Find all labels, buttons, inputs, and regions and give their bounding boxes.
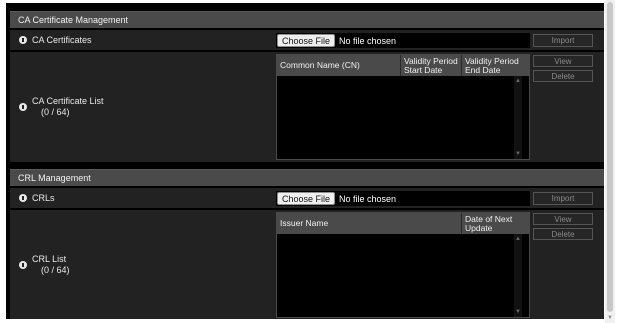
crl-list-label: CRL List (0 / 64): [32, 254, 70, 276]
crl-view-button[interactable]: View: [533, 213, 593, 225]
crl-delete-button[interactable]: Delete: [533, 228, 593, 240]
ca-table-scrollbar[interactable]: ▲ ▼: [514, 76, 522, 159]
page-scrollbar-thumb[interactable]: [607, 2, 613, 312]
crl-file-input[interactable]: Choose File No file chosen: [276, 191, 530, 206]
info-icon: [19, 36, 27, 44]
ca-choose-file-button[interactable]: Choose File: [277, 34, 336, 47]
crl-choose-file-button[interactable]: Choose File: [277, 192, 336, 205]
ca-table-header: Common Name (CN) Validity Period Start D…: [277, 55, 529, 76]
ca-file-input[interactable]: Choose File No file chosen: [276, 33, 530, 48]
crl-management-title: CRL Management: [18, 173, 91, 183]
crls-label-cell: CRLs: [10, 188, 272, 208]
crl-table: Issuer Name Date of Next Update ▲ ▼: [276, 212, 530, 318]
crl-list-count: (0 / 64): [41, 264, 70, 275]
column-issuer-name[interactable]: Issuer Name: [277, 213, 462, 234]
ca-import-button[interactable]: Import: [533, 34, 593, 47]
info-icon: [19, 260, 27, 269]
ca-certificate-table: Common Name (CN) Validity Period Start D…: [276, 54, 530, 160]
chevron-down-icon[interactable]: ▼: [605, 314, 615, 322]
crl-table-header: Issuer Name Date of Next Update: [277, 213, 529, 234]
chevron-down-icon[interactable]: ▼: [514, 150, 522, 158]
ca-certificate-list-label-cell: CA Certificate List (0 / 64): [10, 52, 272, 162]
ca-delete-button[interactable]: Delete: [533, 70, 593, 82]
crl-file-status: No file chosen: [339, 193, 397, 204]
column-next-update[interactable]: Date of Next Update: [462, 213, 529, 234]
ca-file-status: No file chosen: [339, 35, 397, 46]
crl-management-header: CRL Management: [10, 169, 604, 186]
ca-certificates-label-cell: CA Certificates: [10, 30, 272, 50]
ca-certificates-row: CA Certificates Choose File No file chos…: [10, 29, 604, 50]
page-scrollbar[interactable]: ▼: [605, 0, 615, 323]
crl-list-label-cell: CRL List (0 / 64): [10, 210, 272, 319]
crl-list-row: CRL List (0 / 64) Issuer Name Date of Ne…: [10, 209, 604, 319]
crls-label: CRLs: [32, 192, 55, 203]
ca-certificates-label: CA Certificates: [32, 34, 92, 45]
chevron-up-icon[interactable]: ▲: [514, 77, 522, 85]
ca-certificate-list-row: CA Certificate List (0 / 64) Common Name…: [10, 51, 604, 162]
crl-list-title: CRL List: [32, 253, 67, 264]
info-icon: [19, 103, 27, 111]
info-icon: [19, 194, 27, 202]
chevron-up-icon[interactable]: ▲: [514, 235, 522, 243]
ca-view-button[interactable]: View: [533, 55, 593, 67]
ca-management-title: CA Certificate Management: [18, 15, 129, 25]
column-validity-end[interactable]: Validity Period End Date: [462, 55, 529, 76]
ca-certificate-list-count: (0 / 64): [41, 107, 70, 117]
crl-import-button[interactable]: Import: [533, 192, 593, 205]
column-common-name[interactable]: Common Name (CN): [277, 55, 401, 76]
chevron-down-icon[interactable]: ▼: [514, 308, 522, 316]
ca-management-header: CA Certificate Management: [10, 11, 604, 28]
ca-table-body: ▲ ▼: [277, 76, 529, 159]
crls-row: CRLs Choose File No file chosen Import: [10, 187, 604, 208]
crl-table-scrollbar[interactable]: ▲ ▼: [514, 234, 522, 317]
ca-certificate-list-title: CA Certificate List: [32, 96, 104, 106]
ca-certificate-list-label: CA Certificate List (0 / 64): [32, 96, 104, 118]
column-validity-start[interactable]: Validity Period Start Date: [401, 55, 462, 76]
crl-table-body: ▲ ▼: [277, 234, 529, 317]
